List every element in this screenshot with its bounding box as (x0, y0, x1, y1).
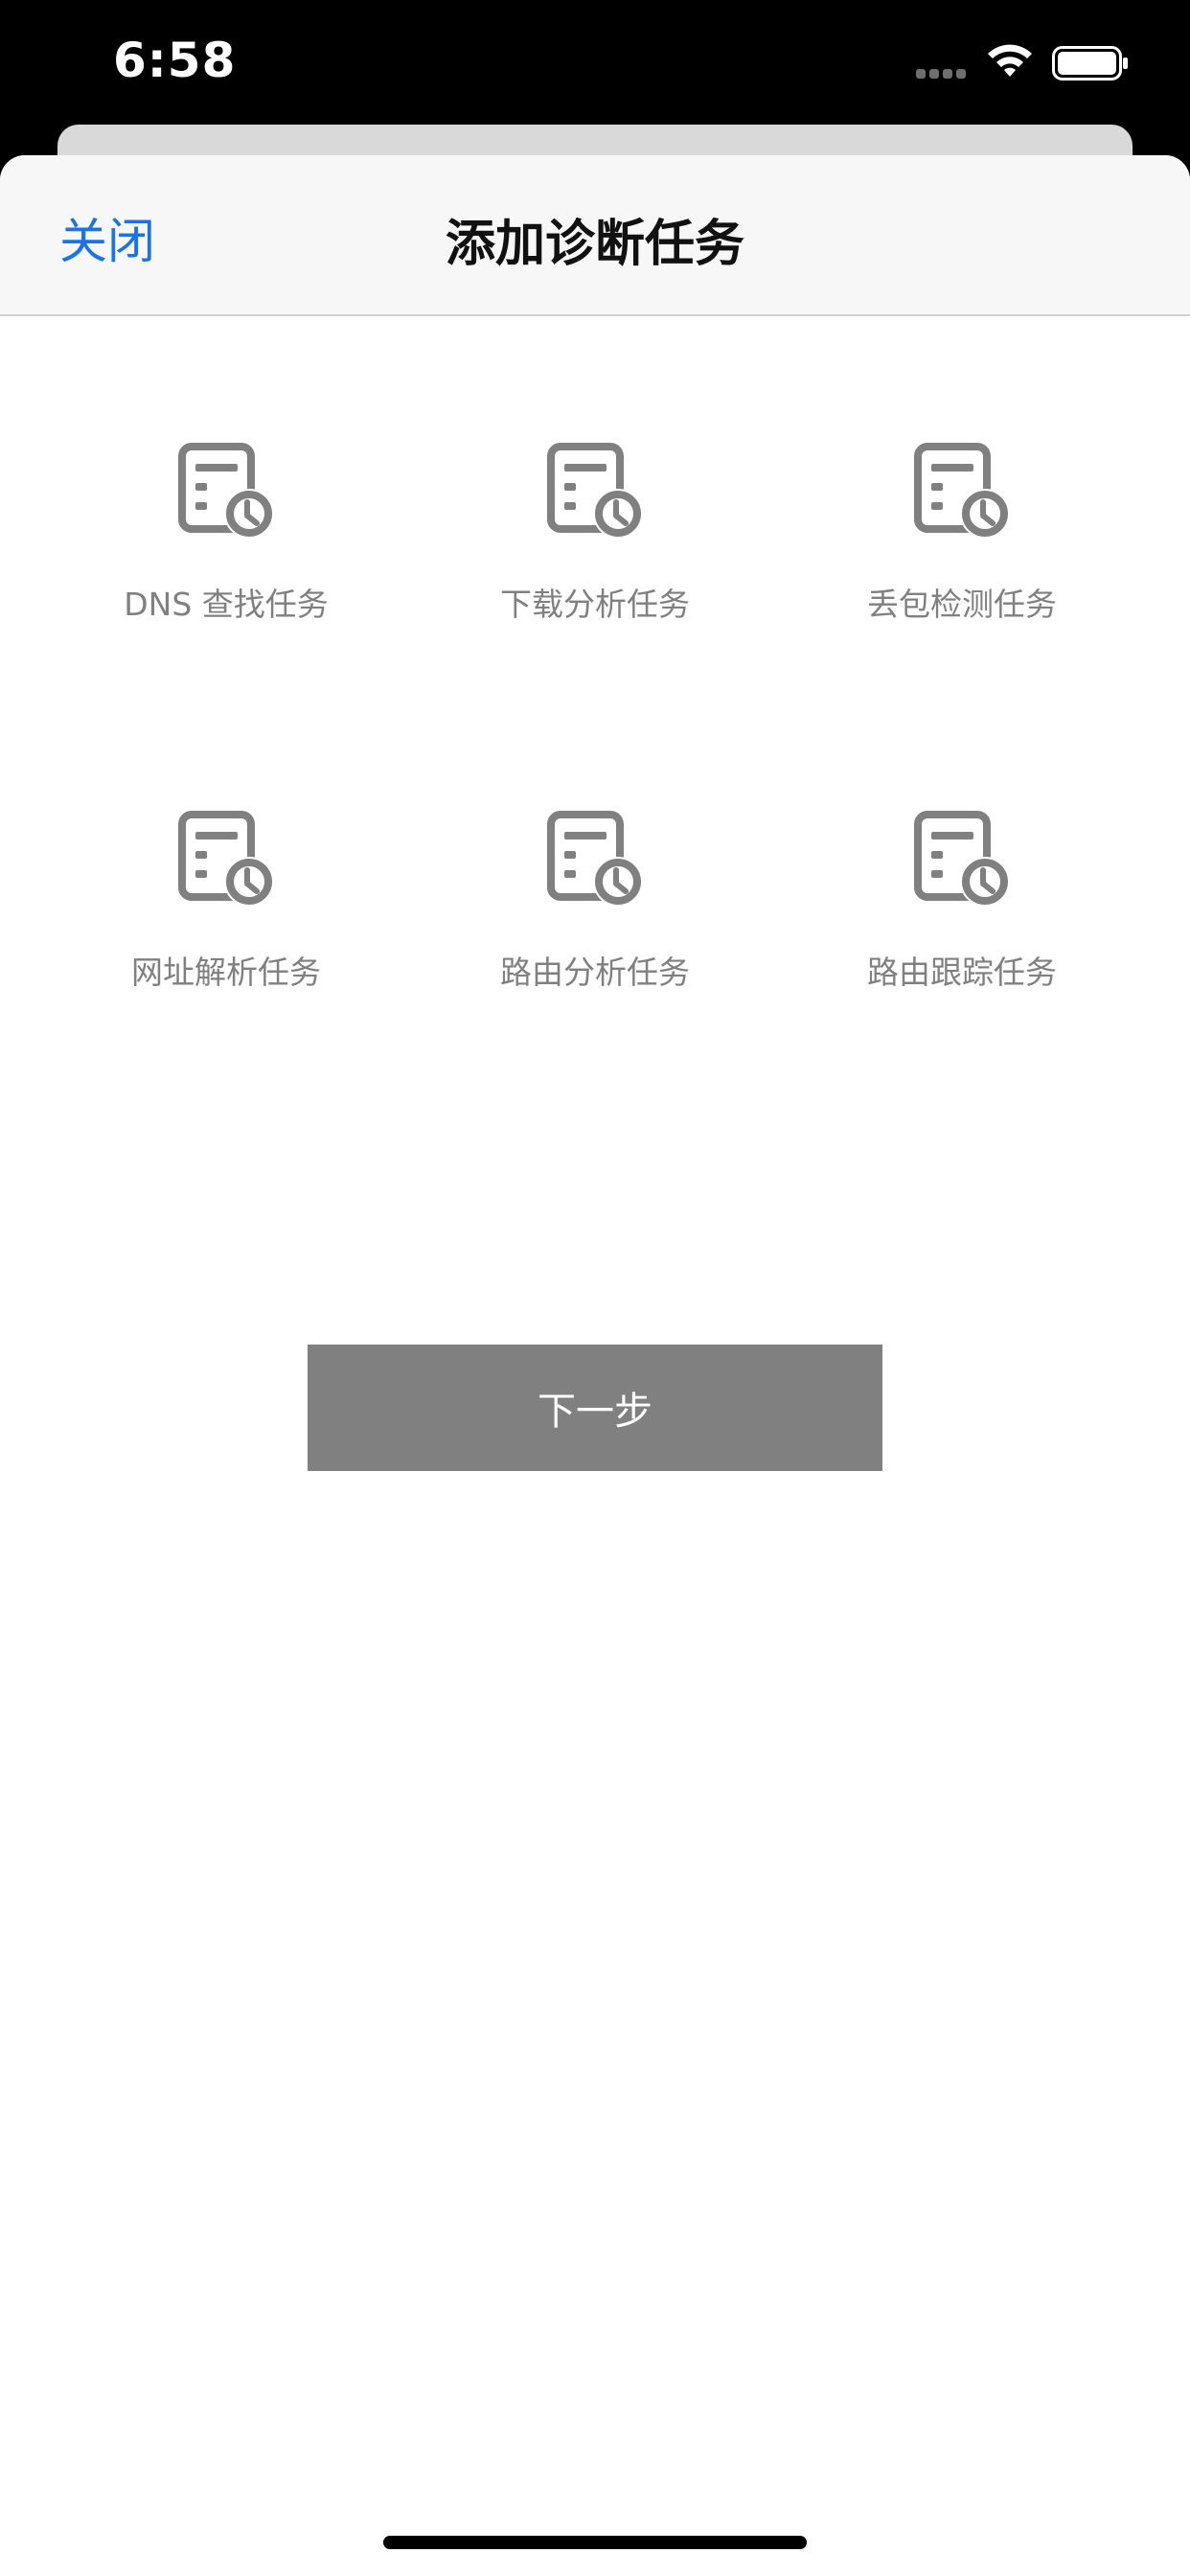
screen: 6:58 关闭 添加诊断任务 DNS 查找任务 下载分析任务 丢包检测任务 网址… (0, 0, 1190, 2576)
page-title: 添加诊断任务 (445, 216, 744, 273)
task-item-download-analysis[interactable]: 下载分析任务 (411, 443, 779, 673)
next-step-button[interactable]: 下一步 (308, 1345, 882, 1471)
status-time: 6:58 (113, 33, 237, 88)
document-clock-icon (547, 443, 643, 539)
document-clock-icon (178, 443, 274, 539)
task-item-dns-lookup[interactable]: DNS 查找任务 (42, 443, 410, 673)
document-clock-icon (178, 811, 274, 907)
cellular-signal-icon (916, 69, 968, 80)
status-bar: 6:58 (0, 0, 1190, 125)
task-item-packet-loss[interactable]: 丢包检测任务 (778, 443, 1146, 673)
task-label: 丢包检测任务 (867, 586, 1057, 623)
task-label: DNS 查找任务 (124, 586, 329, 623)
task-label: 路由分析任务 (500, 954, 690, 991)
task-label: 下载分析任务 (500, 586, 690, 623)
document-clock-icon (914, 443, 1010, 539)
task-item-route-trace[interactable]: 路由跟踪任务 (778, 811, 1146, 1041)
battery-icon (1052, 46, 1128, 80)
task-item-url-resolution[interactable]: 网址解析任务 (42, 811, 410, 1041)
task-label: 路由跟踪任务 (867, 954, 1057, 991)
navigation-bar: 关闭 添加诊断任务 (0, 155, 1190, 316)
home-indicator (383, 2536, 807, 2549)
document-clock-icon (547, 811, 643, 907)
modal-sheet: 关闭 添加诊断任务 DNS 查找任务 下载分析任务 丢包检测任务 网址解析任务 (0, 155, 1190, 2576)
document-clock-icon (914, 811, 1010, 907)
task-item-route-analysis[interactable]: 路由分析任务 (411, 811, 779, 1041)
wifi-icon (988, 44, 1032, 77)
task-label: 网址解析任务 (131, 954, 321, 991)
